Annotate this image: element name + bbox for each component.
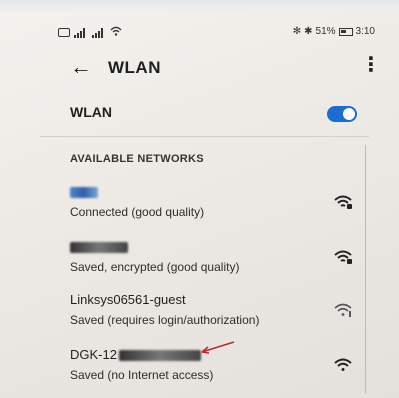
status-left xyxy=(58,26,122,39)
wifi-icon xyxy=(333,249,353,265)
wifi-icon xyxy=(333,194,353,210)
status-bar: ✻ ✱ 51% 3:10 xyxy=(58,26,375,42)
network-item[interactable]: Saved, encrypted (good quality) xyxy=(70,239,365,289)
wlan-toggle-switch[interactable] xyxy=(327,106,357,122)
wifi-icon xyxy=(333,302,353,318)
status-right: ✻ ✱ 51% 3:10 xyxy=(293,26,375,37)
divider xyxy=(40,136,369,137)
battery-icon xyxy=(338,27,353,36)
network-name: Linksys06561-guest xyxy=(70,292,186,307)
wifi-icon xyxy=(333,357,353,373)
vibrate-icon: ✻ xyxy=(292,26,302,37)
top-strip xyxy=(0,0,399,12)
network-status: Saved (requires login/authorization) xyxy=(70,313,260,327)
battery-percent: 51% xyxy=(315,26,336,37)
redacted-text xyxy=(118,350,201,362)
network-name-redacted xyxy=(70,239,128,254)
redacted-text xyxy=(70,187,98,199)
bluetooth-icon: ✱ xyxy=(304,26,313,37)
wlan-toggle-row[interactable]: WLAN xyxy=(70,100,369,126)
signal-icon xyxy=(74,27,88,38)
sim-icon xyxy=(58,28,70,37)
more-options-icon[interactable]: ⋮ xyxy=(361,55,381,75)
app-header: ← WLAN ⋮ xyxy=(70,55,381,79)
network-item[interactable]: Linksys06561-guest Saved (requires login… xyxy=(70,292,365,342)
phone-screen: ✻ ✱ 51% 3:10 ← WLAN ⋮ WLAN AVAILABLE NET… xyxy=(0,0,399,398)
network-name: DGK-12 xyxy=(70,347,201,362)
wlan-toggle-label: WLAN xyxy=(70,104,112,120)
network-item[interactable]: Connected (good quality) xyxy=(70,184,365,234)
signal-icon xyxy=(92,27,106,38)
annotation-arrow xyxy=(196,340,236,356)
section-header: AVAILABLE NETWORKS xyxy=(70,153,204,165)
back-arrow-icon[interactable]: ← xyxy=(70,56,92,78)
redacted-text xyxy=(70,242,128,254)
scrollbar[interactable] xyxy=(365,145,366,393)
network-status: Connected (good quality) xyxy=(70,205,205,219)
wifi-status-icon xyxy=(110,26,122,39)
network-status: Saved (no Internet access) xyxy=(70,368,214,382)
network-name-prefix: DGK-12 xyxy=(70,347,117,362)
clock: 3:10 xyxy=(355,26,375,37)
page-title: WLAN xyxy=(108,58,161,77)
network-status: Saved, encrypted (good quality) xyxy=(70,260,240,274)
network-name-redacted xyxy=(70,184,98,199)
